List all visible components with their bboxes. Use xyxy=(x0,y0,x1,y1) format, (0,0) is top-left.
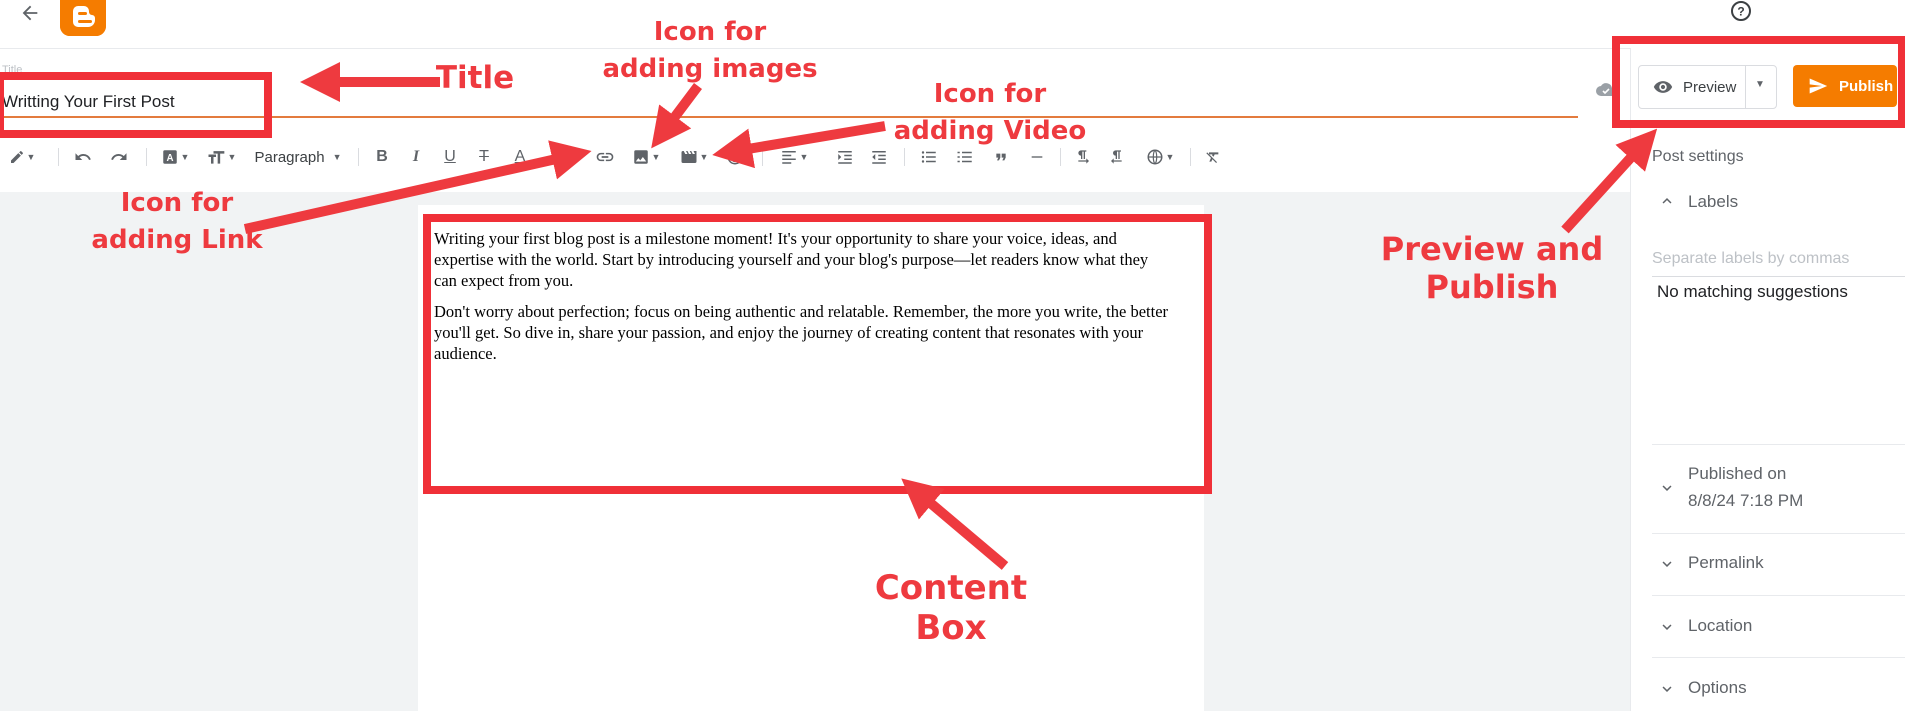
images-arrow xyxy=(651,83,702,149)
content-box-arrow xyxy=(901,478,1009,570)
content-box-annotation-label: Content Box xyxy=(874,568,1028,648)
title-annotation-label: Title xyxy=(435,60,515,96)
video-arrow xyxy=(712,121,886,169)
video-annotation-label: Icon for adding Video xyxy=(893,79,1087,146)
link-annotation-label: Icon for adding Link xyxy=(91,188,263,255)
link-arrow xyxy=(243,140,592,234)
preview-publish-annotation-label: Preview and Publish xyxy=(1380,230,1604,306)
images-annotation-label: Icon for adding images xyxy=(602,17,818,84)
preview-publish-arrow xyxy=(1561,128,1658,234)
